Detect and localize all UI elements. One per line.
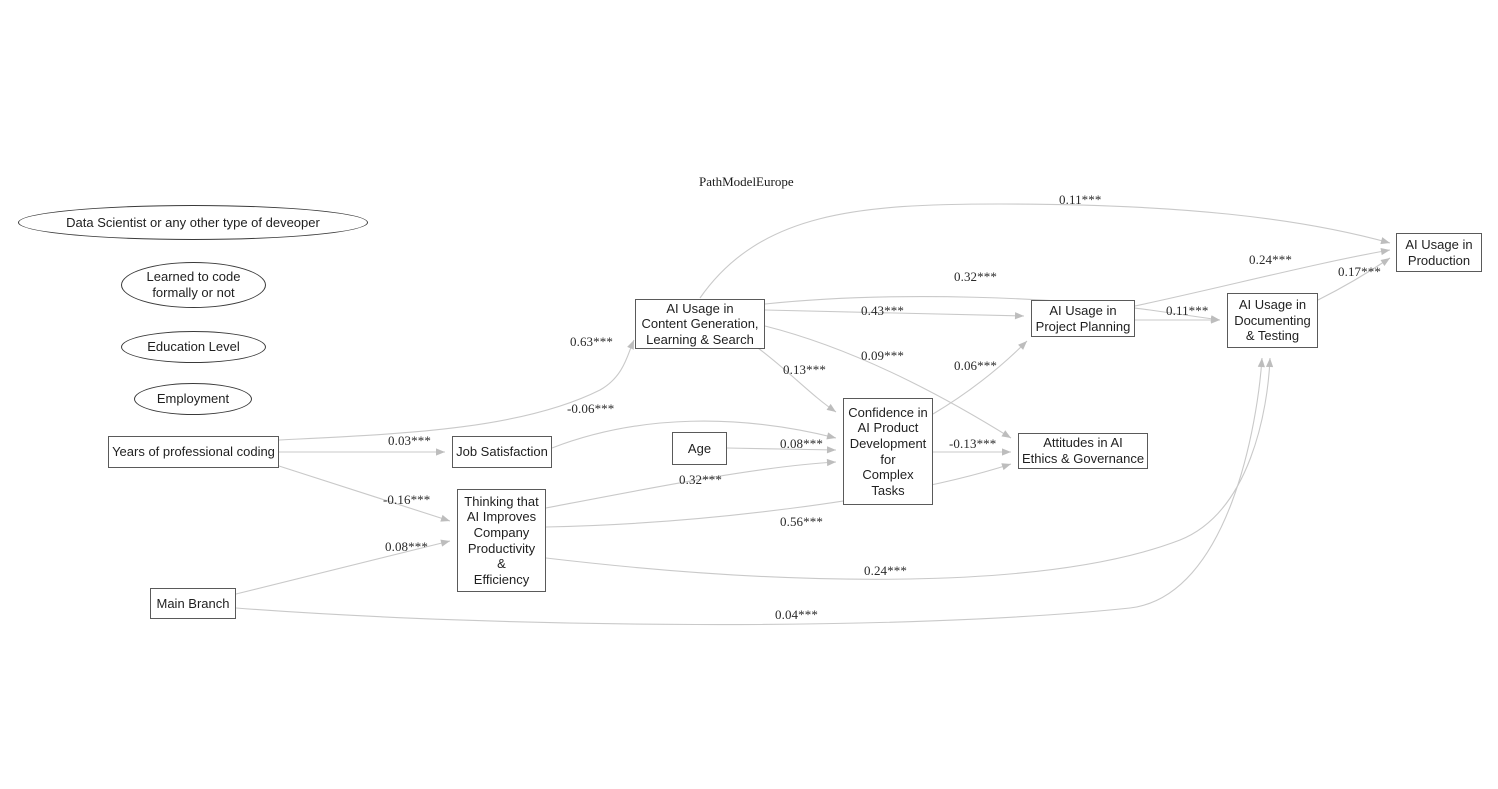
node-data-scientist[interactable]: Data Scientist or any other type of deve… <box>18 205 368 240</box>
node-label: Main Branch <box>156 595 230 611</box>
node-label: AI Usage in Documenting & Testing <box>1234 297 1311 344</box>
edge-e-content-confidence <box>757 347 837 413</box>
edge-e-content-production <box>699 203 1391 299</box>
node-label: Learned to code formally or not <box>146 269 241 300</box>
node-label: Confidence in AI Product Development for… <box>848 404 928 498</box>
arrow-head-icon <box>826 458 836 467</box>
arrow-head-icon <box>1380 237 1390 245</box>
arrow-head-icon <box>1002 448 1011 456</box>
edge-coefficient-e-jobsat-confidence: -0.06*** <box>567 401 615 416</box>
arrow-head-icon <box>826 446 836 454</box>
node-label: Job Satisfaction <box>456 444 548 460</box>
edge-coefficient-e-years-thinking: -0.16*** <box>383 492 431 507</box>
node-label: Age <box>687 440 712 456</box>
edge-coefficient-e-mainbranch-documenting: 0.04*** <box>775 607 818 622</box>
edge-e-confidence-projectplanning <box>932 340 1028 415</box>
edge-coefficient-e-years-jobsat: 0.03*** <box>388 433 431 448</box>
node-ai-production[interactable]: AI Usage in Production <box>1396 233 1482 272</box>
edge-coefficient-e-mainbranch-thinking: 0.08*** <box>385 539 428 554</box>
edge-coefficient-e-thinking-attitudes: 0.56*** <box>780 514 823 529</box>
node-job-satisfaction[interactable]: Job Satisfaction <box>452 436 552 468</box>
arrow-head-icon <box>1001 463 1011 471</box>
node-label: AI Usage in Production <box>1405 236 1473 268</box>
edge-coefficient-e-thinking-confidence: 0.32*** <box>679 472 722 487</box>
arrow-head-icon <box>1380 258 1390 266</box>
node-learned-to-code[interactable]: Learned to code formally or not <box>121 262 266 308</box>
arrow-head-icon <box>1014 312 1024 320</box>
edge-e-years-jobsat <box>279 448 445 456</box>
edge-coefficient-e-content-documenting: 0.32*** <box>954 269 997 284</box>
node-label: Employment <box>156 391 230 407</box>
node-ai-project-planning[interactable]: AI Usage in Project Planning <box>1031 300 1135 337</box>
arrow-head-icon <box>826 403 836 412</box>
path-diagram-canvas: PathModelEurope Data Scientist or any ot… <box>0 0 1498 789</box>
edge-coefficient-e-content-confidence: 0.13*** <box>783 362 826 377</box>
arrow-head-icon <box>1257 358 1265 368</box>
node-employment[interactable]: Employment <box>134 383 252 415</box>
edge-coefficient-e-age-confidence: 0.08*** <box>780 436 823 451</box>
edge-coefficient-e-projectplanning-documenting: 0.11*** <box>1166 303 1209 318</box>
node-label: AI Usage in Content Generation, Learning… <box>641 300 759 347</box>
arrow-head-icon <box>440 539 450 547</box>
arrow-head-icon <box>436 448 445 456</box>
node-confidence-ai-product[interactable]: Confidence in AI Product Development for… <box>843 398 933 505</box>
node-age[interactable]: Age <box>672 432 727 465</box>
edge-coefficient-e-confidence-projectplanning: 0.06*** <box>954 358 997 373</box>
arrow-head-icon <box>826 432 836 440</box>
node-years-coding[interactable]: Years of professional coding <box>108 436 279 468</box>
edge-coefficient-e-content-production: 0.11*** <box>1059 192 1102 207</box>
diagram-title: PathModelEurope <box>699 174 794 189</box>
node-ai-documenting-testing[interactable]: AI Usage in Documenting & Testing <box>1227 293 1318 348</box>
node-main-branch[interactable]: Main Branch <box>150 588 236 619</box>
edge-coefficient-e-thinking-documenting: 0.24*** <box>864 563 907 578</box>
node-label: Years of professional coding <box>112 444 275 460</box>
arrow-head-icon <box>440 514 450 522</box>
node-label: Data Scientist or any other type of deve… <box>66 214 320 230</box>
edge-coefficient-e-content-projectplanning: 0.43*** <box>861 303 904 318</box>
edge-coefficient-e-content-attitudes: 0.09*** <box>861 348 904 363</box>
node-label: Education Level <box>147 339 240 355</box>
node-label: Thinking that AI Improves Company Produc… <box>464 493 539 587</box>
node-education-level[interactable]: Education Level <box>121 331 266 363</box>
edge-e-years-content <box>278 339 635 441</box>
edge-coefficient-e-years-content: 0.63*** <box>570 334 613 349</box>
node-ai-content-generation[interactable]: AI Usage in Content Generation, Learning… <box>635 299 765 349</box>
node-label: AI Usage in Project Planning <box>1035 302 1131 334</box>
node-thinking-ai-productivity[interactable]: Thinking that AI Improves Company Produc… <box>457 489 546 592</box>
arrow-head-icon <box>1001 430 1011 438</box>
node-label: Attitudes in AI Ethics & Governance <box>1021 435 1145 466</box>
edge-coefficient-e-confidence-attitudes: -0.13*** <box>949 436 997 451</box>
edge-coefficient-e-documenting-production: 0.17*** <box>1338 264 1381 279</box>
node-attitudes-ethics[interactable]: Attitudes in AI Ethics & Governance <box>1018 433 1148 469</box>
arrow-head-icon <box>1380 248 1390 256</box>
edge-coefficient-e-projectplanning-production: 0.24*** <box>1249 252 1292 267</box>
arrow-head-icon <box>1265 358 1274 368</box>
